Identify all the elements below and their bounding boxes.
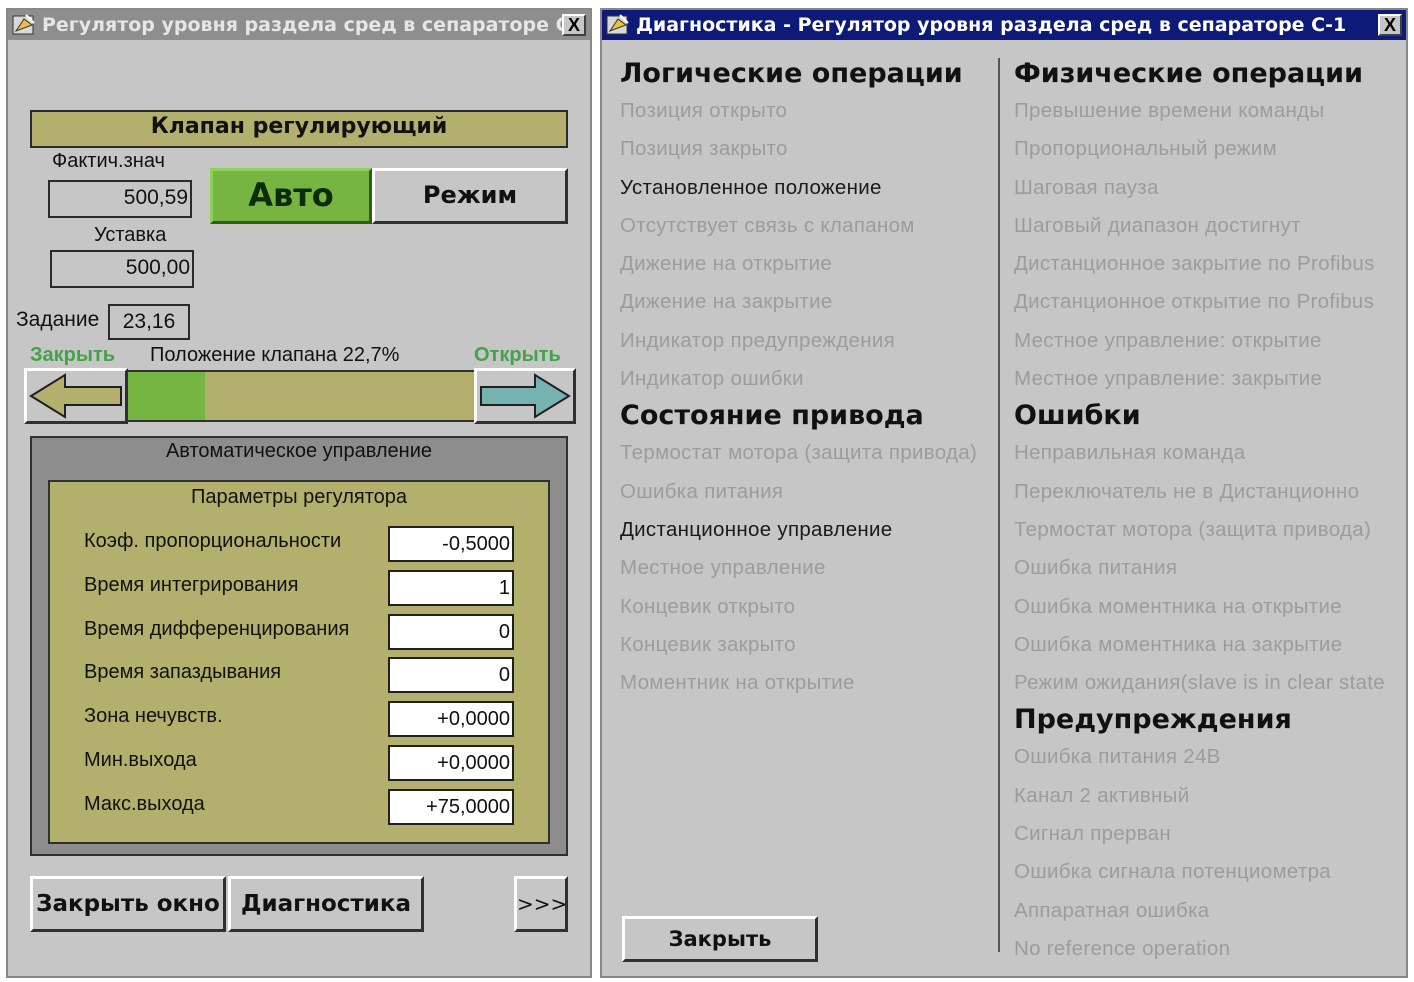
mode-button[interactable]: Режим [372, 168, 568, 224]
status-item: Канал 2 активный [1014, 783, 1190, 807]
close-icon[interactable]: X [1378, 14, 1402, 36]
status-item: Ошибка сигнала потенциометра [1014, 860, 1331, 884]
status-item: Моментник на открытие [620, 671, 855, 695]
param-value-field[interactable]: +75,0000 [388, 788, 514, 825]
section-heading: Предупреждения [1014, 704, 1292, 736]
diagnostics-close-button[interactable]: Закрыть [622, 916, 818, 962]
task-value[interactable]: 23,16 [108, 304, 190, 340]
param-label: Зона нечувств. [84, 705, 223, 728]
status-item: Переключатель не в Дистанционно [1014, 479, 1360, 503]
close-valve-button[interactable] [24, 368, 128, 424]
auto-control-title: Автоматическое управление [165, 440, 433, 462]
status-item: Местное управление: закрытие [1014, 367, 1323, 391]
param-label: Время дифференцирования [84, 617, 350, 640]
status-item: Позиция закрыто [620, 137, 788, 161]
status-item: Концевик открыто [620, 594, 796, 618]
status-item: Ошибка питания [1014, 556, 1178, 580]
close-window-button[interactable]: Закрыть окно [30, 876, 226, 932]
task-label: Задание [16, 308, 100, 331]
status-item: Индикатор предупреждения [620, 328, 895, 352]
section-heading: Логические операции [620, 58, 963, 89]
status-item: Местное управление [620, 556, 826, 580]
arrow-left-icon [29, 373, 122, 419]
diagnostics-column-right: Физические операции Превышение времени ко… [1014, 56, 1406, 968]
status-item: Термостат мотора (защита привода) [620, 441, 978, 465]
auto-mode-indicator: Авто [210, 168, 372, 224]
regulator-params-title: Параметры регулятора [190, 486, 408, 508]
section-heading: Состояние привода [620, 400, 924, 432]
diagnostics-column-left: Логические операции Позиция открыто Позици… [620, 56, 996, 702]
status-item: Превышение времени команды [1014, 99, 1325, 122]
app-icon [12, 13, 38, 37]
status-item: Дижение на открытие [620, 252, 833, 276]
status-item: Шаговая пауза [1014, 175, 1159, 199]
param-label: Коэф. пропорциональности [84, 530, 342, 552]
param-value-field[interactable]: 1 [388, 569, 514, 606]
arrow-right-icon [480, 373, 571, 419]
valve-position-fill [126, 372, 205, 420]
status-item: Дижение на закрытие [620, 290, 833, 314]
actual-value: 500,59 [48, 180, 192, 218]
valve-header: Клапан регулирующий [30, 110, 568, 148]
param-value-field[interactable]: -0,5000 [388, 526, 514, 562]
column-divider [998, 58, 1000, 952]
status-item: No reference operation [1014, 936, 1231, 960]
more-button[interactable]: >>> [514, 876, 568, 932]
auto-control-panel: Автоматическое управление Параметры регу… [30, 436, 568, 856]
status-item: Режим ожидания(slave is in clear state [1014, 671, 1385, 695]
open-valve-label: Открыть [474, 344, 561, 366]
status-item: Ошибка моментника на открытие [1014, 594, 1342, 618]
status-item: Позиция открыто [620, 99, 788, 122]
status-item: Дистанционное открытие по Profibus [1014, 290, 1375, 314]
param-value-field[interactable]: 0 [388, 613, 514, 650]
close-valve-label: Закрыть [30, 344, 116, 366]
param-label: Время интегрирования [84, 573, 299, 596]
regulator-titlebar[interactable]: Регулятор уровня раздела сред в сепарато… [8, 10, 590, 40]
status-item: Неправильная команда [1014, 441, 1246, 465]
status-item: Индикатор ошибки [620, 367, 804, 391]
diagnostics-title: Диагностика - Регулятор уровня раздела с… [636, 14, 1347, 36]
status-item: Дистанционное закрытие по Profibus [1014, 252, 1375, 276]
param-label: Мин.выхода [84, 749, 197, 771]
open-valve-button[interactable] [474, 368, 576, 424]
section-heading: Ошибки [1014, 400, 1141, 432]
valve-position-label: Положение клапана 22,7% [150, 344, 400, 366]
status-item: Пропорциональный режим [1014, 137, 1278, 161]
section-heading: Физические операции [1014, 58, 1364, 89]
status-item: Ошибка питания [620, 479, 784, 503]
param-value-field[interactable]: +0,0000 [388, 745, 514, 781]
diagnostics-titlebar[interactable]: Диагностика - Регулятор уровня раздела с… [602, 10, 1406, 40]
close-icon[interactable]: X [562, 14, 586, 36]
status-item: Дистанционное управление [620, 517, 893, 541]
param-value-field[interactable]: 0 [388, 657, 514, 694]
status-item: Концевик закрыто [620, 632, 796, 656]
setpoint-label: Уставка [94, 224, 167, 246]
status-item: Термостат мотора (защита привода) [1014, 517, 1372, 541]
diagnostics-button[interactable]: Диагностика [228, 876, 424, 932]
status-item: Установленное положение [620, 175, 882, 199]
app-icon [606, 13, 632, 37]
regulator-params-panel: Параметры регулятора Коэф. пропорциональ… [48, 480, 550, 844]
status-item: Ошибка моментника на закрытие [1014, 632, 1343, 656]
status-item: Аппаратная ошибка [1014, 898, 1210, 922]
param-value-field[interactable]: +0,0000 [388, 701, 514, 738]
status-item: Сигнал прерван [1014, 822, 1171, 846]
regulator-title: Регулятор уровня раздела сред в сепарато… [42, 14, 562, 36]
status-item: Шаговый диапазон достигнут [1014, 213, 1301, 237]
setpoint-value[interactable]: 500,00 [50, 250, 194, 288]
param-label: Время запаздывания [84, 661, 282, 684]
status-item: Местное управление: открытие [1014, 328, 1322, 352]
param-label: Макс.выхода [84, 792, 205, 815]
regulator-window: Регулятор уровня раздела сред в сепарато… [6, 8, 592, 978]
actual-value-label: Фактич.знач [52, 150, 165, 172]
diagnostics-window: Диагностика - Регулятор уровня раздела с… [600, 8, 1408, 978]
status-item: Отсутствует связь с клапаном [620, 213, 915, 237]
status-item: Ошибка питания 24В [1014, 745, 1221, 769]
